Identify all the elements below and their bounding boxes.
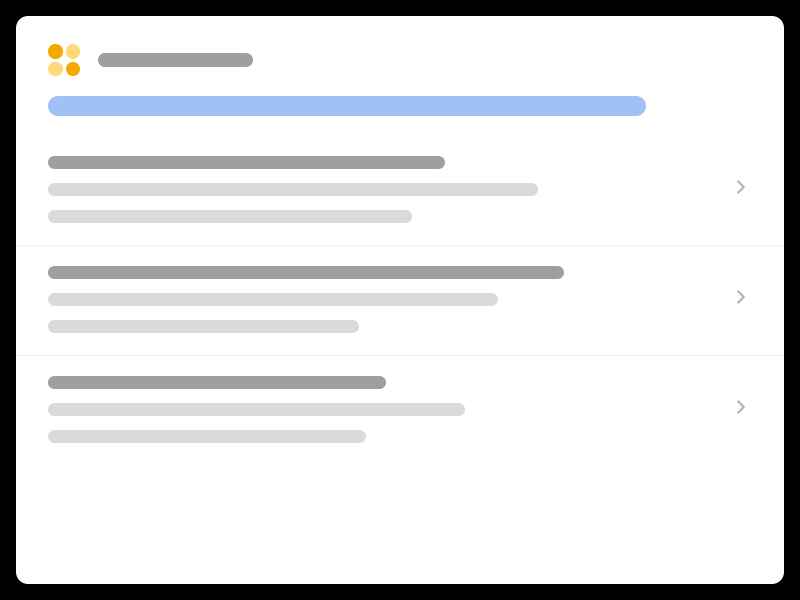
result-body — [48, 156, 710, 223]
result-line — [48, 430, 366, 443]
logo-icon — [48, 44, 80, 76]
chevron-right-icon — [730, 176, 752, 203]
result-body — [48, 266, 710, 333]
result-line — [48, 403, 465, 416]
chevron-right-icon — [730, 286, 752, 313]
chevron-right-icon — [730, 396, 752, 423]
result-line — [48, 320, 359, 333]
result-line — [48, 183, 538, 196]
result-body — [48, 376, 710, 443]
logo-dot — [48, 62, 63, 77]
result-title — [48, 376, 386, 389]
list-item[interactable] — [16, 355, 784, 465]
logo-dot — [48, 44, 63, 59]
result-title — [48, 156, 445, 169]
page-title — [98, 53, 253, 67]
result-title — [48, 266, 564, 279]
result-line — [48, 293, 498, 306]
search-input[interactable] — [48, 96, 646, 116]
result-line — [48, 210, 412, 223]
list-item[interactable] — [16, 136, 784, 245]
results-list — [16, 136, 784, 584]
card — [16, 16, 784, 584]
list-item[interactable] — [16, 245, 784, 355]
header — [16, 16, 784, 96]
logo-dot — [66, 62, 81, 77]
logo-dot — [66, 44, 81, 59]
